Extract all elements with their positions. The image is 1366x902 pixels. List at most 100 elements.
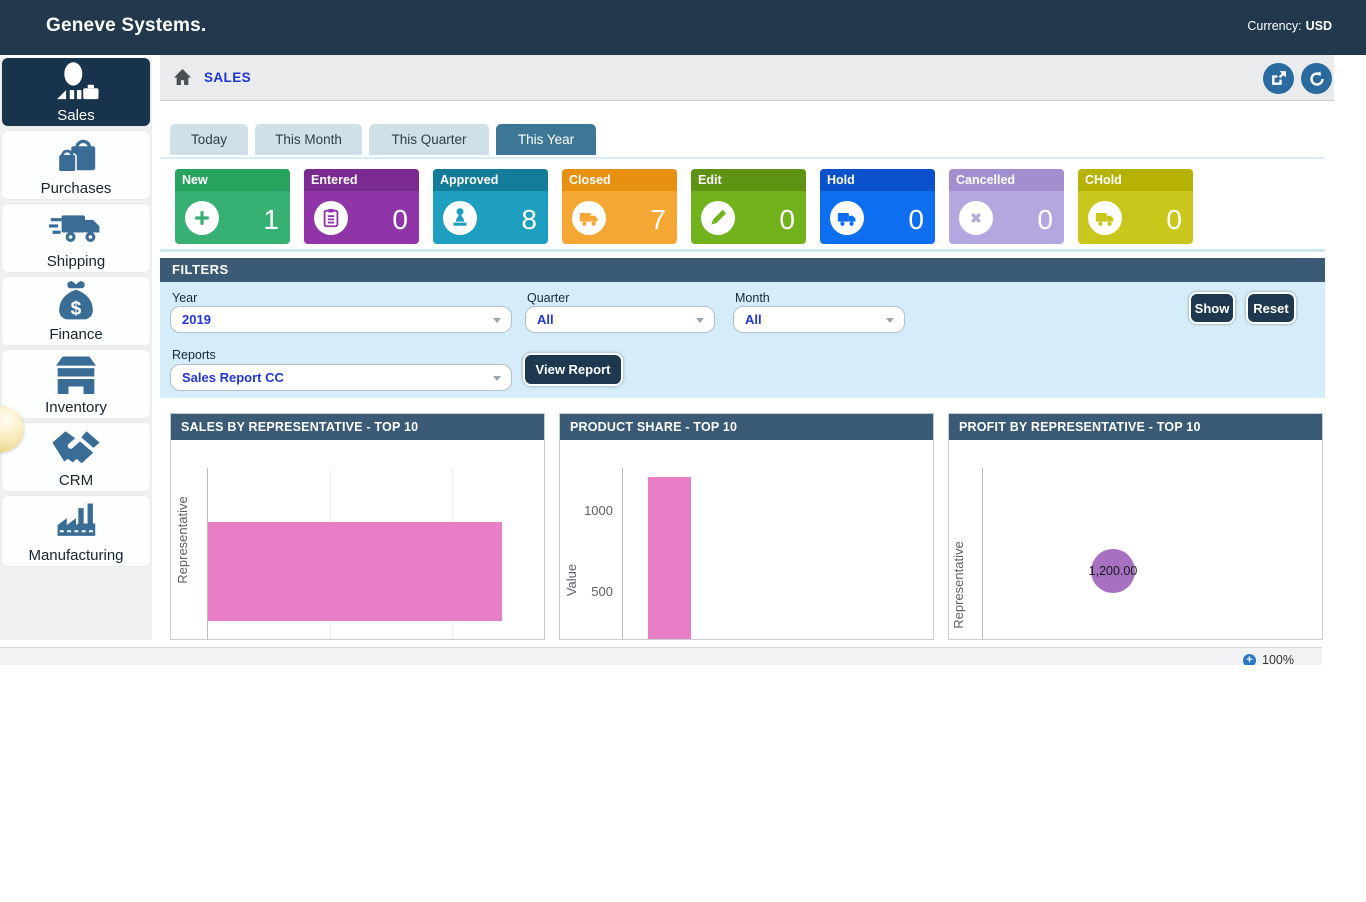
sidebar-item-crm[interactable]: CRM	[2, 423, 150, 491]
year-select[interactable]: 2019	[170, 306, 512, 333]
sidebar-item-label: Shipping	[47, 253, 105, 270]
clipboard-icon	[314, 201, 348, 235]
bar-product	[648, 477, 691, 640]
kpi-card-label: Entered	[311, 173, 358, 187]
kpi-card-value: 0	[908, 195, 924, 244]
chart-area: Representative	[171, 440, 544, 640]
sidebar-item-label: Manufacturing	[28, 547, 123, 564]
y-axis-tick: 1000	[573, 503, 613, 518]
sidebar-item-shipping[interactable]: Shipping	[2, 204, 150, 272]
kpi-card-label: CHold	[1085, 173, 1122, 187]
chart-area: Value 1000 500	[560, 440, 933, 640]
sidebar-item-inventory[interactable]: Inventory	[2, 350, 150, 418]
currency-indicator: Currency: USD	[1247, 19, 1332, 33]
sidebar-item-label: Inventory	[45, 399, 107, 416]
truck-icon	[572, 201, 606, 235]
chevron-down-icon	[493, 318, 501, 323]
stamp-icon	[443, 201, 477, 235]
filters-body: Year 2019 Quarter All Month All Show Res…	[160, 282, 1325, 398]
filters-panel: FILTERS Year 2019 Quarter All Month All …	[160, 258, 1325, 398]
home-icon[interactable]	[174, 69, 191, 90]
currency-value: USD	[1306, 19, 1332, 33]
y-axis-line	[622, 468, 623, 640]
reports-label: Reports	[172, 348, 216, 362]
money-bag-icon: $	[52, 281, 100, 326]
sidebar-item-sales[interactable]: Sales	[2, 58, 150, 126]
kpi-card-label: Edit	[698, 173, 722, 187]
factory-icon	[51, 502, 101, 547]
chart-area: Representative 1,200.00	[949, 440, 1322, 640]
sidebar-item-finance[interactable]: $ Finance	[2, 277, 150, 345]
sidebar-item-label: Finance	[49, 326, 102, 343]
handshake-icon	[48, 427, 104, 472]
page-title[interactable]: SALES	[204, 70, 251, 85]
tab-this-month[interactable]: This Month	[255, 124, 362, 155]
kpi-card-value: 0	[1166, 195, 1182, 244]
chart-panel-sales-by-representative: SALES BY REPRESENTATIVE - TOP 10 Represe…	[170, 413, 545, 640]
pencil-icon	[701, 201, 735, 235]
sidebar-item-manufacturing[interactable]: Manufacturing	[2, 496, 150, 566]
tab-this-year[interactable]: This Year	[496, 124, 596, 155]
sidebar-item-label: CRM	[59, 472, 93, 489]
bar-representative	[208, 522, 502, 621]
kpi-card-value: 0	[779, 195, 795, 244]
bubble-data-label: 1,200.00	[1055, 564, 1171, 578]
reports-select-value: Sales Report CC	[182, 370, 284, 385]
kpi-card-entered[interactable]: Entered 0	[304, 169, 419, 244]
tab-today[interactable]: Today	[170, 124, 248, 155]
kpi-card-value: 7	[650, 195, 666, 244]
plus-icon	[185, 201, 219, 235]
kpi-card-edit[interactable]: Edit 0	[691, 169, 806, 244]
delivery-truck-icon	[49, 208, 103, 253]
month-label: Month	[735, 291, 770, 305]
view-report-button[interactable]: View Report	[523, 353, 623, 386]
kpi-card-new[interactable]: New 1	[175, 169, 290, 244]
kpi-card-hold[interactable]: Hold 0	[820, 169, 935, 244]
chevron-down-icon	[886, 318, 894, 323]
x-icon	[959, 201, 993, 235]
chart-panel-profit-by-representative: PROFIT BY REPRESENTATIVE - TOP 10 Repres…	[948, 413, 1323, 640]
y-axis-title: Value	[564, 500, 580, 640]
month-select[interactable]: All	[733, 306, 905, 333]
kpi-card-chold[interactable]: CHold 0	[1078, 169, 1193, 244]
kpi-card-label: Cancelled	[956, 173, 1015, 187]
brand-title: Geneve Systems.	[46, 15, 206, 37]
y-axis-line	[982, 468, 983, 640]
sidebar-item-label: Sales	[57, 107, 95, 124]
sidebar-item-purchases[interactable]: Purchases	[2, 131, 150, 199]
zoom-in-icon: +	[1243, 654, 1256, 666]
app-window: Geneve Systems. Currency: USD Sales	[0, 0, 1366, 902]
chart-panel-product-share: PRODUCT SHARE - TOP 10 Value 1000 500	[559, 413, 934, 640]
sidebar-item-label: Purchases	[41, 180, 112, 197]
kpi-card-value: 8	[521, 195, 537, 244]
period-tabs: Today This Month This Quarter This Year	[170, 124, 596, 155]
month-select-value: All	[745, 312, 762, 327]
kpi-card-approved[interactable]: Approved 8	[433, 169, 548, 244]
reports-select[interactable]: Sales Report CC	[170, 364, 512, 391]
quarter-label: Quarter	[527, 291, 569, 305]
chevron-down-icon	[493, 376, 501, 381]
tab-this-quarter[interactable]: This Quarter	[369, 124, 489, 155]
chevron-down-icon	[696, 318, 704, 323]
report-status-bar: + 100%	[0, 647, 1322, 665]
truck-icon	[1088, 201, 1122, 235]
chart-title: PRODUCT SHARE - TOP 10	[560, 414, 933, 440]
kpi-cards-strip: New 1 Entered 0 Approved	[160, 157, 1325, 252]
show-button[interactable]: Show	[1189, 292, 1235, 324]
quarter-select[interactable]: All	[525, 306, 715, 333]
export-icon[interactable]	[1263, 63, 1294, 94]
sidebar-nav: Sales Purchases	[0, 58, 152, 640]
kpi-card-value: 1	[263, 195, 279, 244]
year-label: Year	[172, 291, 197, 305]
kpi-card-cancelled[interactable]: Cancelled 0	[949, 169, 1064, 244]
truck-icon	[830, 201, 864, 235]
y-axis-title: Representative	[175, 460, 191, 620]
year-select-value: 2019	[182, 312, 211, 327]
kpi-card-closed[interactable]: Closed 7	[562, 169, 677, 244]
currency-label: Currency:	[1247, 19, 1301, 33]
quarter-select-value: All	[537, 312, 554, 327]
zoom-control[interactable]: + 100%	[1243, 653, 1294, 665]
refresh-icon[interactable]	[1301, 63, 1332, 94]
reset-button[interactable]: Reset	[1246, 292, 1296, 324]
y-axis-tick: 500	[573, 584, 613, 599]
